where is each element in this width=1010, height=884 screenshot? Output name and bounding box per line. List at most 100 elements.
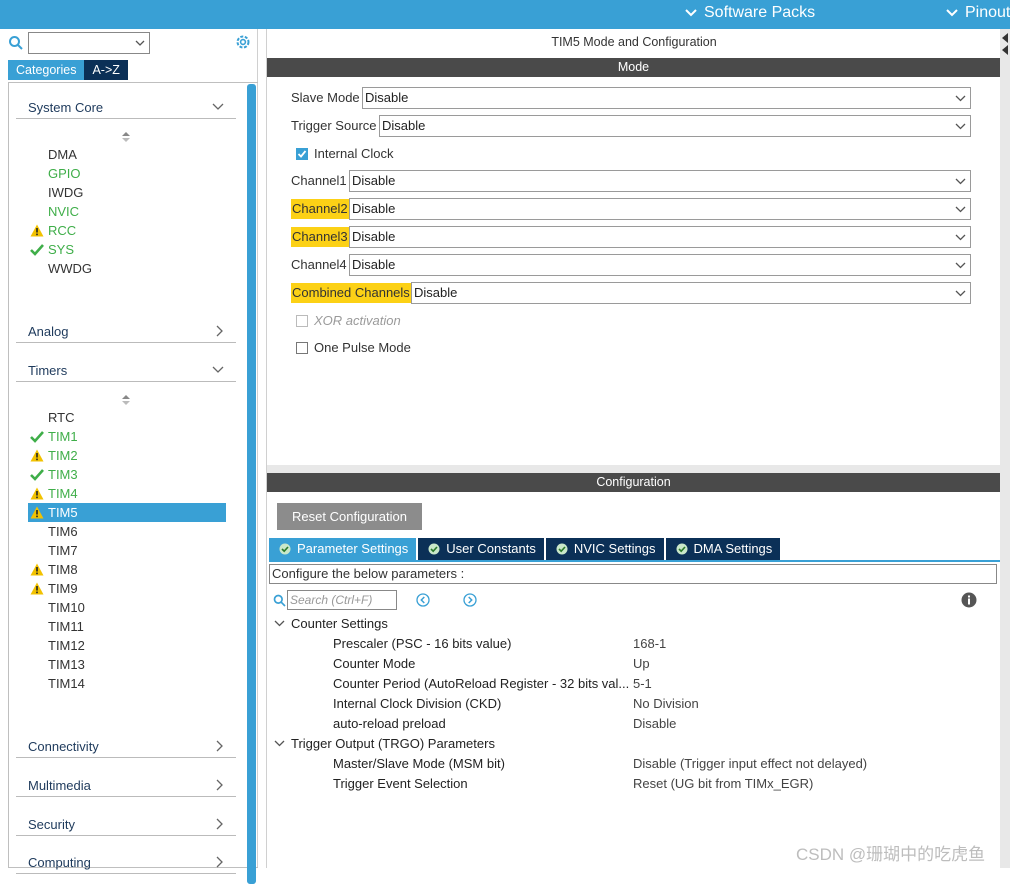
tab-dma-settings[interactable]: DMA Settings	[665, 538, 781, 560]
list-item-iwdg[interactable]: IWDG	[28, 183, 226, 202]
slave-mode-select[interactable]: Disable	[362, 87, 971, 109]
next-icon[interactable]	[463, 593, 477, 607]
param-value[interactable]: Reset (UG bit from TIMx_EGR)	[633, 774, 813, 794]
list-item-tim9[interactable]: TIM9	[28, 579, 226, 598]
list-item-tim7[interactable]: TIM7	[28, 541, 226, 560]
list-item-tim10[interactable]: TIM10	[28, 598, 226, 617]
param-value[interactable]: 168-1	[633, 634, 666, 654]
select-value: Disable	[352, 201, 396, 216]
channel2-label: Channel2	[291, 199, 349, 219]
list-item-tim11[interactable]: TIM11	[28, 617, 226, 636]
param-value[interactable]: Disable	[633, 714, 676, 734]
trgo-parameters-group[interactable]: Trigger Output (TRGO) Parameters	[291, 734, 495, 754]
section-label: Timers	[28, 363, 68, 378]
param-value[interactable]: Disable (Trigger input effect not delaye…	[633, 754, 867, 774]
tab-parameter-settings[interactable]: Parameter Settings	[269, 538, 417, 560]
info-icon[interactable]	[961, 592, 977, 608]
reset-configuration-button[interactable]: Reset Configuration	[277, 503, 422, 530]
section-multimedia[interactable]: Multimedia	[16, 773, 236, 797]
software-packs-menu[interactable]: Software Packs	[684, 4, 815, 22]
chevron-right-icon	[216, 856, 223, 868]
chevron-down-icon	[955, 178, 966, 185]
list-item-rtc[interactable]: RTC	[28, 408, 226, 427]
trigger-source-select[interactable]: Disable	[379, 115, 971, 137]
channel2-select[interactable]: Disable	[349, 198, 971, 220]
chevron-down-icon	[955, 123, 966, 130]
select-value: Disable	[352, 173, 396, 188]
configure-hint: Configure the below parameters :	[269, 564, 997, 584]
sort-icon[interactable]	[121, 394, 131, 406]
panel-divider[interactable]	[267, 465, 1000, 473]
check-circle-icon	[279, 543, 291, 555]
one-pulse-mode-checkbox[interactable]: One Pulse Mode	[296, 340, 411, 355]
pinout-menu[interactable]: Pinout	[945, 4, 1010, 22]
parameter-search-input[interactable]: Search (Ctrl+F)	[287, 590, 397, 610]
search-combo-input[interactable]	[28, 32, 150, 54]
channel1-select[interactable]: Disable	[349, 170, 971, 192]
item-label: TIM14	[48, 676, 85, 691]
select-value: Disable	[352, 229, 396, 244]
list-item-tim12[interactable]: TIM12	[28, 636, 226, 655]
right-edge-toolbar	[1000, 29, 1010, 868]
tab-nvic-settings[interactable]: NVIC Settings	[545, 538, 664, 560]
warning-icon	[30, 224, 44, 237]
xor-activation-checkbox: XOR activation	[296, 313, 401, 328]
chevron-down-icon[interactable]	[274, 619, 285, 628]
param-name: Trigger Event Selection	[333, 776, 468, 791]
left-panel: Categories A->Z System Core DMA GPIO IWD…	[0, 29, 258, 884]
select-value: Disable	[365, 90, 409, 105]
item-label: RTC	[48, 410, 75, 425]
item-label: TIM9	[48, 581, 78, 596]
param-value[interactable]: Up	[633, 654, 650, 674]
list-item-wwdg[interactable]: WWDG	[28, 259, 226, 278]
tab-user-constants[interactable]: User Constants	[418, 538, 544, 560]
section-security[interactable]: Security	[16, 812, 236, 836]
section-computing[interactable]: Computing	[16, 850, 236, 874]
list-item-nvic[interactable]: NVIC	[28, 202, 226, 221]
list-item-tim3[interactable]: TIM3	[28, 465, 226, 484]
list-item-tim5[interactable]: TIM5	[28, 503, 226, 522]
item-label: TIM12	[48, 638, 85, 653]
previous-icon[interactable]	[416, 593, 430, 607]
internal-clock-checkbox[interactable]: Internal Clock	[296, 146, 393, 161]
counter-settings-group[interactable]: Counter Settings	[291, 614, 388, 634]
tab-label: User Constants	[446, 541, 536, 556]
gear-icon[interactable]	[234, 33, 252, 51]
param-value[interactable]: No Division	[633, 694, 699, 714]
list-item-tim1[interactable]: TIM1	[28, 427, 226, 446]
combined-channels-select[interactable]: Disable	[411, 282, 971, 304]
list-item-rcc[interactable]: RCC	[28, 221, 226, 240]
tab-categories[interactable]: Categories	[8, 60, 85, 80]
page-title: TIM5 Mode and Configuration	[551, 35, 717, 49]
tab-a-z[interactable]: A->Z	[84, 60, 128, 80]
item-label: SYS	[48, 242, 75, 257]
item-label: TIM4	[48, 486, 78, 501]
channel4-select[interactable]: Disable	[349, 254, 971, 276]
tab-underline	[269, 560, 1000, 562]
param-value[interactable]: 5-1	[633, 674, 652, 694]
left-scrollbar[interactable]	[247, 84, 256, 884]
section-timers[interactable]: Timers	[16, 358, 236, 382]
section-analog[interactable]: Analog	[16, 319, 236, 343]
list-item-sys[interactable]: SYS	[28, 240, 226, 259]
combined-channels-label: Combined Channels	[291, 283, 411, 303]
list-item-tim4[interactable]: TIM4	[28, 484, 226, 503]
select-value: Disable	[352, 257, 396, 272]
list-item-tim13[interactable]: TIM13	[28, 655, 226, 674]
collapse-arrow-icon[interactable]	[1001, 31, 1009, 57]
tab-label: Parameter Settings	[297, 541, 409, 556]
list-item-tim8[interactable]: TIM8	[28, 560, 226, 579]
section-system-core[interactable]: System Core	[16, 95, 236, 119]
software-packs-label: Software Packs	[704, 4, 816, 21]
list-item-tim14[interactable]: TIM14	[28, 674, 226, 693]
chevron-down-icon[interactable]	[274, 739, 285, 748]
list-item-tim2[interactable]: TIM2	[28, 446, 226, 465]
sort-icon[interactable]	[121, 131, 131, 143]
list-item-gpio[interactable]: GPIO	[28, 164, 226, 183]
channel3-select[interactable]: Disable	[349, 226, 971, 248]
list-item-tim6[interactable]: TIM6	[28, 522, 226, 541]
section-connectivity[interactable]: Connectivity	[16, 734, 236, 758]
channel1-label: Channel1	[291, 173, 347, 188]
list-item-dma[interactable]: DMA	[28, 145, 226, 164]
param-name: Prescaler (PSC - 16 bits value)	[333, 636, 512, 651]
